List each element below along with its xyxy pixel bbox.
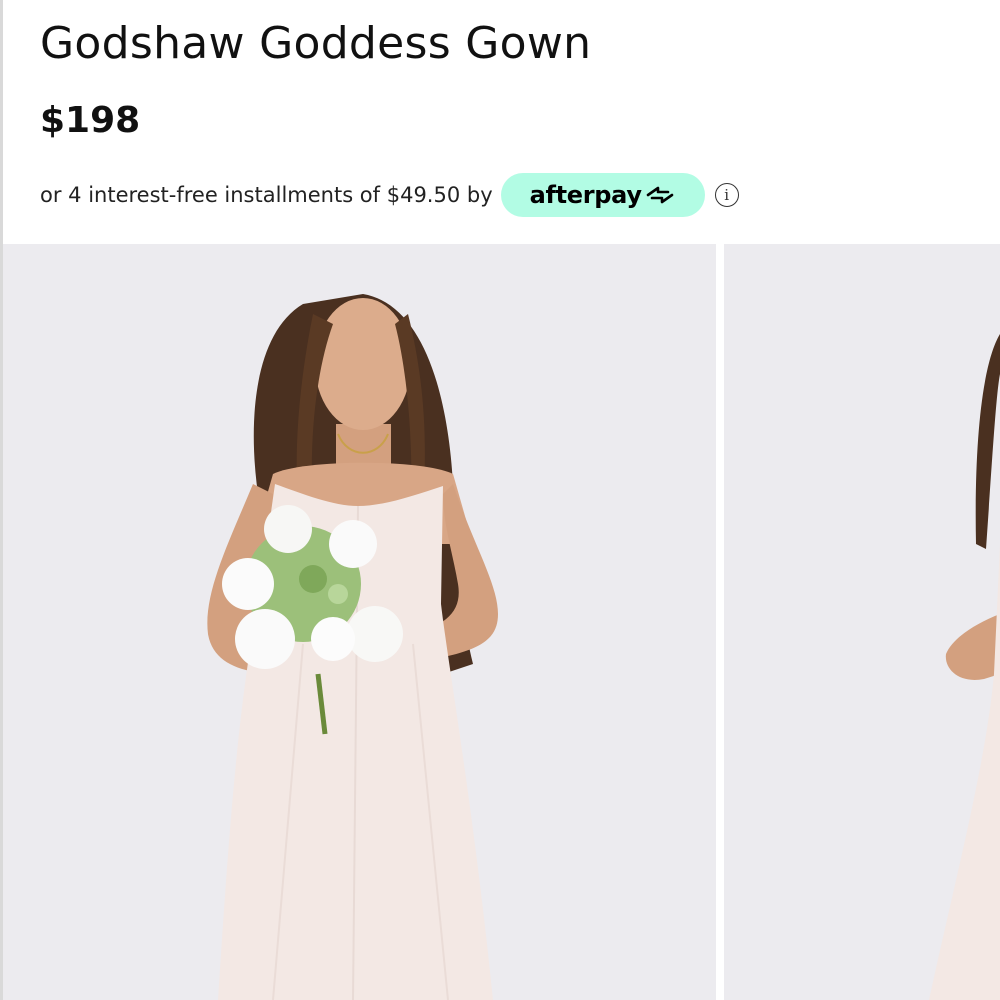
- product-image-front[interactable]: [3, 244, 716, 1000]
- afterpay-arrows-icon: [646, 186, 673, 204]
- info-icon[interactable]: i: [714, 183, 739, 207]
- product-title: Godshaw Goddess Gown: [40, 18, 592, 69]
- model-photo-front: [3, 244, 716, 1000]
- product-price: $198: [40, 100, 141, 141]
- afterpay-logo-text: afterpay: [529, 181, 642, 209]
- installments-row: or 4 interest-free installments of $49.5…: [40, 172, 739, 218]
- installments-text: or 4 interest-free installments of $49.5…: [40, 183, 493, 207]
- product-image-side[interactable]: [724, 244, 1000, 1000]
- product-image-gallery: [3, 244, 1000, 1000]
- afterpay-badge[interactable]: afterpay: [500, 173, 705, 217]
- model-photo-side: [724, 244, 1000, 1000]
- product-page: Godshaw Goddess Gown $198 or 4 interest-…: [0, 0, 1000, 1000]
- gallery-divider: [716, 244, 724, 1000]
